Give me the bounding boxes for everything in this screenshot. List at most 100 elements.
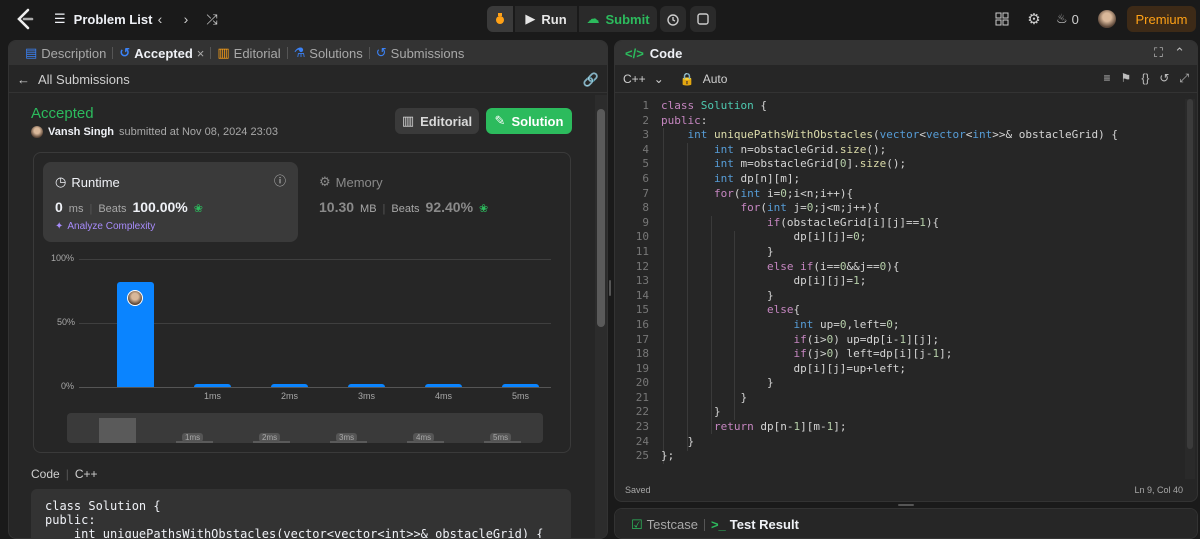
chevron-up-icon[interactable]: ⌃ [1174,45,1185,61]
code-line[interactable]: }; [661,449,1118,464]
language-select[interactable]: C++ [623,72,646,86]
code-line[interactable]: } [661,289,1118,304]
code-line[interactable]: } [661,405,1118,420]
prev-problem-icon[interactable]: ‹ [150,9,170,29]
notes-icon[interactable] [690,6,716,32]
editor-scrollbar-thumb[interactable] [1187,99,1193,449]
left-tabbar: ▤ Description ↺ Accepted × ▥ Editorial ⚗… [9,41,607,65]
runtime-unit: ms [68,203,84,215]
code-line[interactable]: if(i>0) up=dp[i-1][j]; [661,333,1118,348]
layout-grid-icon[interactable] [992,9,1012,29]
back-arrow-icon[interactable]: ← [17,72,30,87]
author-name[interactable]: Vansh Singh [48,126,114,138]
submitted-code-preview: class Solution {public: int uniquePathsW… [31,489,571,538]
chevron-down-icon[interactable]: ⌄ [654,72,664,86]
problem-list-link[interactable]: ☰ Problem List [54,9,152,29]
code-line[interactable]: } [661,391,1118,406]
code-line[interactable]: int dp[n][m]; [661,172,1118,187]
sparkle-icon: ✦ [55,221,64,232]
run-button[interactable]: ▶ Run [515,6,577,32]
info-icon[interactable]: ⓘ [274,172,286,189]
code-line[interactable]: return dp[n-1][m-1]; [661,420,1118,435]
premium-button[interactable]: Premium [1127,6,1196,32]
close-tab-icon[interactable]: × [197,46,205,61]
leetcode-logo-icon[interactable] [14,8,36,30]
runtime-card[interactable]: ◷ Runtime ⓘ 0 ms | Beats 100.00% ❀ ✦ Ana… [43,162,298,242]
reset-icon[interactable]: ↺ [1159,71,1169,86]
code-line[interactable]: else{ [661,303,1118,318]
chart-bar[interactable] [502,384,539,387]
tab-accepted[interactable]: ↺ Accepted × [113,41,210,65]
y-tick: 50% [57,317,76,327]
code-line[interactable]: int n=obstacleGrid.size(); [661,143,1118,158]
console-panel: ☑ Testcase >_ Test Result [614,508,1198,539]
code-line[interactable]: int up=0,left=0; [661,318,1118,333]
resize-handle[interactable] [609,280,611,296]
user-avatar-marker [127,290,143,307]
format-icon[interactable]: ≡ [1104,71,1111,86]
code-line[interactable]: int m=obstacleGrid[0].size(); [661,157,1118,172]
code-line[interactable]: class Solution { [661,99,1118,114]
bookmark-icon[interactable]: ⚑ [1121,71,1132,86]
braces-icon[interactable]: {} [1141,71,1149,86]
code-line[interactable]: for(int j=0;j<m;j++){ [661,201,1118,216]
editor-header: </> Code ⛶ ⌃ [615,41,1197,65]
tab-description[interactable]: ▤ Description [19,41,112,65]
history-icon: ↺ [119,45,131,60]
code-text[interactable]: class Solution {public: int uniquePathsW… [661,99,1118,464]
tab-test-result[interactable]: >_ Test Result [705,513,805,537]
shuffle-icon[interactable]: ⤮ [202,9,222,29]
left-scrollbar-thumb[interactable] [597,109,605,327]
debug-icon[interactable] [487,6,513,32]
tab-testcase[interactable]: ☑ Testcase [625,513,704,537]
x-tick-label: 3ms [358,391,376,401]
code-line[interactable]: public: [661,114,1118,129]
edit-icon: ✎ [494,113,506,128]
streak-counter[interactable]: ♨ 0 [1056,9,1079,29]
code-line[interactable]: if(j>0) left=dp[i][j-1]; [661,347,1118,362]
code-line[interactable]: dp[i][j]=up+left; [661,362,1118,377]
runtime-distribution-chart[interactable]: 100% 50% 0% 1ms 2ms 3ms 4ms 5ms 1ms 2ms 3ms 4ms… [39,251,569,451]
code-line[interactable]: if(obstacleGrid[i][j]==1){ [661,216,1118,231]
tab-solutions[interactable]: ⚗ Solutions [288,41,369,65]
cloud-upload-icon: ☁ [586,11,600,26]
navigator-tick-label: 1ms [182,433,204,442]
code-brackets-icon: </> [625,45,644,61]
editorial-button[interactable]: ▥ Editorial [395,108,479,134]
code-line[interactable]: for(int i=0;i<n;i++){ [661,187,1118,202]
tab-editorial[interactable]: ▥ Editorial [211,41,286,65]
left-panel: ▤ Description ↺ Accepted × ▥ Editorial ⚗… [8,40,608,539]
analyze-complexity-link[interactable]: ✦ Analyze Complexity [55,221,155,232]
fullscreen-icon[interactable]: ⤢ [1179,71,1189,86]
share-link-icon[interactable]: 🔗 [583,72,599,88]
memory-value-row: 10.30 MB | Beats 92.40% ❀ [319,199,488,215]
next-problem-icon[interactable]: › [176,9,196,29]
chart-bar[interactable] [348,384,385,387]
code-line[interactable]: int uniquePathsWithObstacles(vector<vect… [661,128,1119,143]
clock-icon: ◷ [55,174,67,189]
maximize-icon[interactable]: ⛶ [1154,45,1163,61]
all-submissions-link[interactable]: All Submissions [38,72,130,87]
user-avatar[interactable] [1098,10,1116,28]
auto-mode-label[interactable]: Auto [703,72,728,86]
chart-range-navigator[interactable]: 1ms 2ms 3ms 4ms 5ms [67,413,543,443]
memory-card[interactable]: ⚙ Memory 10.30 MB | Beats 92.40% ❀ [307,162,562,242]
timer-icon[interactable] [660,6,686,32]
chart-bar[interactable] [194,384,231,387]
code-line[interactable]: dp[i][j]=1; [661,274,1118,289]
tab-submissions[interactable]: ↺ Submissions [370,41,471,65]
chart-bar[interactable] [271,384,308,387]
submit-button[interactable]: ☁ Submit [579,6,657,32]
code-editor[interactable]: 1 2 3 4 5 6 7 8 9 10 11 12 13 14 15 16 1… [615,99,1197,479]
chart-bar[interactable] [117,282,154,387]
settings-gear-icon[interactable]: ⚙ [1024,9,1044,29]
code-line[interactable]: } [661,376,1118,391]
solution-button[interactable]: ✎ Solution [486,108,572,134]
code-line[interactable]: else if(i==0&&j==0){ [661,260,1118,275]
code-line[interactable]: } [661,435,1118,450]
code-line[interactable]: } [661,245,1118,260]
runtime-beats-value: 100.00% [132,199,188,215]
chart-bar[interactable] [425,384,462,387]
resize-handle[interactable] [898,504,914,506]
code-line[interactable]: dp[i][j]=0; [661,230,1118,245]
